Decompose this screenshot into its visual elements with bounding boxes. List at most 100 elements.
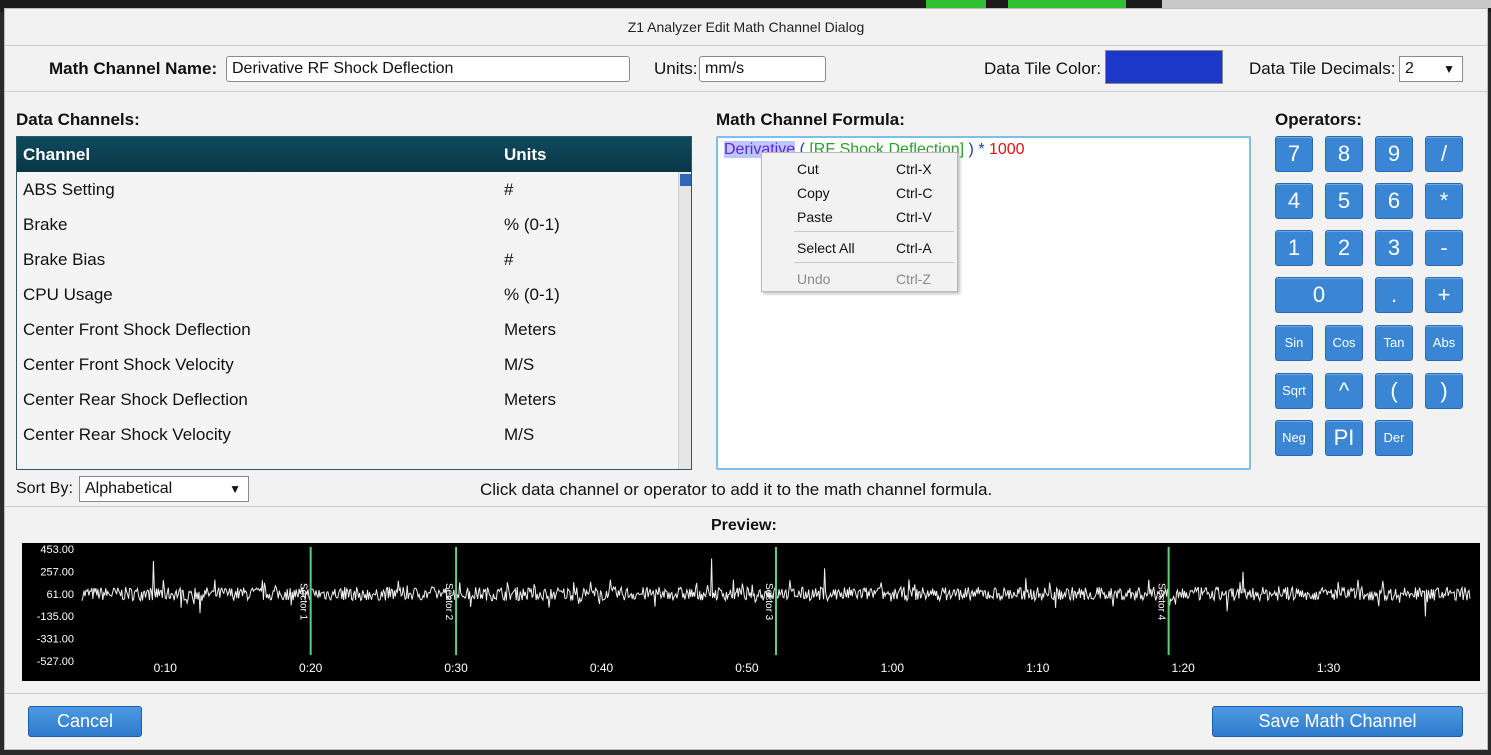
table-row[interactable]: Brake % (0-1)	[17, 207, 691, 242]
channel-cell: Center Front Shock Deflection	[23, 320, 251, 339]
sector-label: Sector 1	[298, 583, 309, 621]
operators-heading: Operators:	[1275, 110, 1362, 129]
y-tick-label: 257.00	[40, 566, 74, 578]
units-cell: % (0-1)	[504, 215, 560, 234]
channel-cell: Center Front Shock Velocity	[23, 355, 234, 374]
decimals-value: 2	[1405, 60, 1414, 77]
x-tick-label: 0:50	[735, 661, 759, 675]
units-cell: M/S	[504, 355, 535, 374]
context-menu: Cut Ctrl-X Copy Ctrl-C Paste Ctrl-V Select …	[761, 152, 958, 292]
operator-abs-button[interactable]: Abs	[1425, 325, 1463, 361]
operator-8-button[interactable]: 8	[1325, 136, 1363, 172]
menu-item-cut[interactable]: Cut Ctrl-X	[762, 158, 957, 180]
x-tick-label: 1:30	[1317, 661, 1341, 675]
channel-cell: Brake Bias	[23, 250, 106, 269]
math-channel-dialog: Z1 Analyzer Edit Math Channel Dialog Mat…	[4, 8, 1488, 750]
menu-item-label: Paste	[797, 209, 833, 225]
sector-label: Sector 3	[763, 583, 774, 621]
menu-item-shortcut: Ctrl-A	[896, 240, 932, 256]
operator-2-button[interactable]: 2	[1325, 230, 1363, 266]
operator-sin-button[interactable]: Sin	[1275, 325, 1313, 361]
menu-item-label: Copy	[797, 185, 830, 201]
operator-der-button[interactable]: Der	[1375, 420, 1413, 456]
operator-neg-button[interactable]: Neg	[1275, 420, 1313, 456]
y-tick-label: 453.00	[40, 544, 74, 556]
decimals-select[interactable]: 2 ▼	[1399, 56, 1463, 82]
table-row[interactable]: Center Front Shock Deflection Meters	[17, 312, 691, 347]
chevron-down-icon: ▼	[229, 482, 241, 496]
operator-minus-button[interactable]: -	[1425, 230, 1463, 266]
table-header: Channel Units	[17, 137, 691, 172]
sort-by-select[interactable]: Alphabetical ▼	[79, 476, 249, 502]
preview-heading: Preview:	[711, 517, 777, 534]
x-tick-label: 0:10	[154, 661, 178, 675]
channel-cell: Brake	[23, 215, 68, 234]
x-tick-label: 1:10	[1026, 661, 1050, 675]
data-channels-table: Channel Units ABS Setting # Brake% (0-1) …	[16, 136, 692, 470]
formula-paren: )	[964, 141, 979, 158]
operator-open-paren-button[interactable]: (	[1375, 373, 1413, 409]
x-tick-label: 0:20	[299, 661, 323, 675]
scrollbar-thumb[interactable]	[680, 174, 691, 186]
sector-label: Sector 2	[443, 583, 454, 621]
units-cell: #	[504, 180, 514, 199]
menu-item-copy[interactable]: Copy Ctrl-C	[762, 182, 957, 204]
units-input[interactable]: mm/s	[699, 56, 826, 82]
operator-7-button[interactable]: 7	[1275, 136, 1313, 172]
dialog-title: Z1 Analyzer Edit Math Channel Dialog	[627, 19, 865, 35]
menu-item-select-all[interactable]: Select All Ctrl-A	[762, 237, 957, 259]
save-math-channel-button[interactable]: Save Math Channel	[1212, 706, 1463, 737]
table-row[interactable]: Center Rear Shock Velocity M/S	[17, 417, 691, 452]
table-row[interactable]: Center Front Shock Velocity M/S	[17, 347, 691, 382]
operator-power-button[interactable]: ^	[1325, 373, 1363, 409]
x-tick-label: 1:00	[881, 661, 905, 675]
operator-pi-button[interactable]: PI	[1325, 420, 1363, 456]
table-scrollbar[interactable]	[678, 172, 691, 469]
menu-item-shortcut: Ctrl-C	[896, 185, 933, 201]
divider	[5, 91, 1487, 92]
menu-item-undo: Undo Ctrl-Z	[762, 268, 957, 290]
menu-separator	[794, 262, 954, 263]
formula-hint: Click data channel or operator to add it…	[480, 480, 993, 499]
channel-name-input[interactable]: Derivative RF Shock Deflection	[226, 56, 630, 82]
operator-divide-button[interactable]: /	[1425, 136, 1463, 172]
operator-6-button[interactable]: 6	[1375, 183, 1413, 219]
formula-number: 1000	[988, 141, 1025, 158]
y-tick-label: -527.00	[37, 656, 74, 668]
preview-chart: 453.00 257.00 61.00 -135.00 -331.00 -527.00 Se…	[22, 543, 1480, 681]
channel-cell: ABS Setting	[23, 180, 115, 199]
units-cell: Meters	[504, 390, 556, 409]
table-row[interactable]: Center Rear Shock Deflection Meters	[17, 382, 691, 417]
background-app-accent	[1008, 0, 1126, 8]
operator-3-button[interactable]: 3	[1375, 230, 1413, 266]
operator-multiply-button[interactable]: *	[1425, 183, 1463, 219]
table-row[interactable]: Brake Bias #	[17, 242, 691, 277]
operator-9-button[interactable]: 9	[1375, 136, 1413, 172]
tile-color-swatch[interactable]	[1105, 50, 1223, 84]
channel-cell: Center Rear Shock Velocity	[23, 425, 231, 444]
menu-item-shortcut: Ctrl-V	[896, 209, 932, 225]
column-header-units[interactable]: Units	[504, 145, 547, 165]
chevron-down-icon: ▼	[1443, 62, 1455, 76]
operator-cos-button[interactable]: Cos	[1325, 325, 1363, 361]
background-app-panel	[1162, 0, 1491, 8]
operator-close-paren-button[interactable]: )	[1425, 373, 1463, 409]
table-row[interactable]: ABS Setting #	[17, 172, 691, 207]
operator-plus-button[interactable]: +	[1425, 277, 1463, 313]
y-tick-label: -331.00	[37, 634, 74, 646]
sort-by-label: Sort By:	[16, 480, 73, 497]
operator-0-button[interactable]: 0	[1275, 277, 1363, 313]
background-app-accent	[926, 0, 986, 8]
operator-1-button[interactable]: 1	[1275, 230, 1313, 266]
operator-decimal-point-button[interactable]: .	[1375, 277, 1413, 313]
operator-5-button[interactable]: 5	[1325, 183, 1363, 219]
channel-name-label: Math Channel Name:	[49, 59, 218, 78]
operator-tan-button[interactable]: Tan	[1375, 325, 1413, 361]
column-header-channel[interactable]: Channel	[23, 145, 90, 165]
y-tick-label: -135.00	[37, 611, 74, 623]
menu-item-paste[interactable]: Paste Ctrl-V	[762, 206, 957, 228]
operator-4-button[interactable]: 4	[1275, 183, 1313, 219]
operator-sqrt-button[interactable]: Sqrt	[1275, 373, 1313, 409]
table-row[interactable]: CPU Usage % (0-1)	[17, 277, 691, 312]
cancel-button[interactable]: Cancel	[28, 706, 142, 737]
